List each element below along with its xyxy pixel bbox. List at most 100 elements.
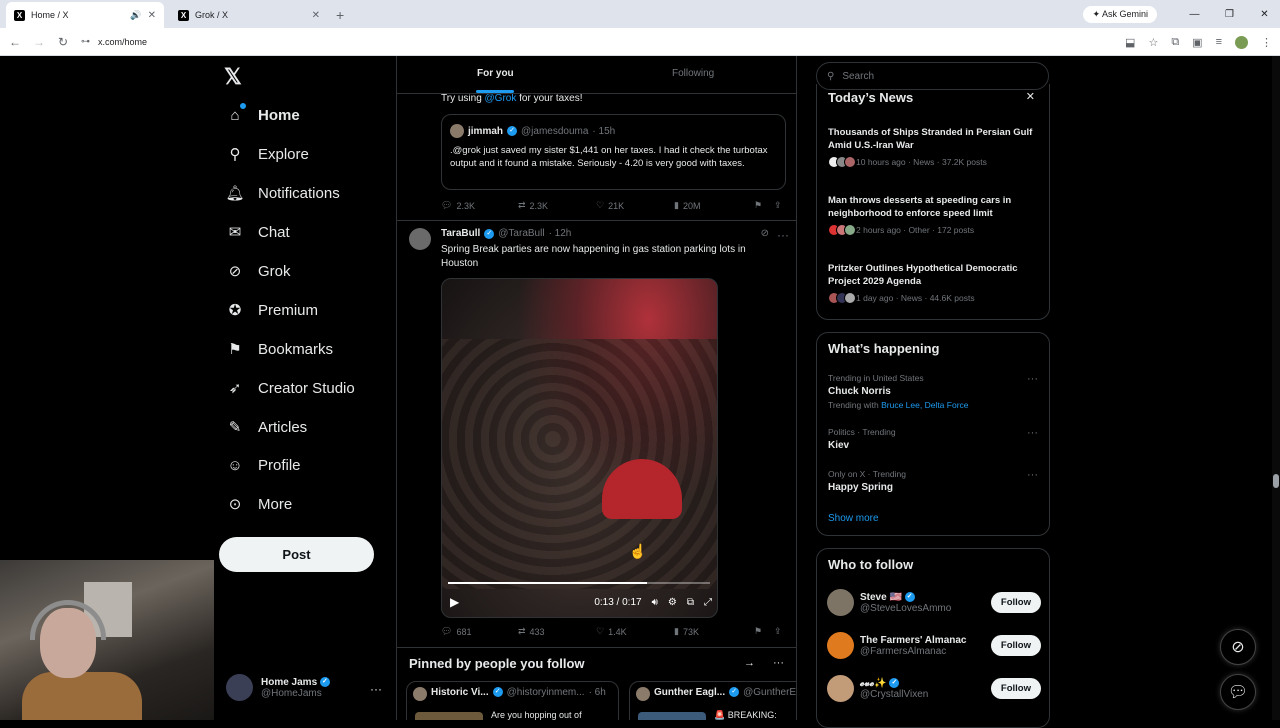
tab-grok-x[interactable]: X Grok / X ✕: [170, 2, 328, 28]
sidebar-icon[interactable]: ▣: [1192, 36, 1202, 49]
bookmark-star-icon[interactable]: ☆: [1148, 36, 1158, 49]
trend-item[interactable]: Politics · Trending Kiev ···: [828, 427, 1038, 451]
profile-avatar[interactable]: [1235, 35, 1248, 49]
nav-notifications[interactable]: 🔔︎ Notifications: [225, 184, 339, 203]
repost-count: 2.3K: [529, 200, 549, 211]
trend-item[interactable]: Trending in United States Chuck Norris T…: [828, 373, 1038, 410]
news-item[interactable]: Thousands of Ships Stranded in Persian G…: [828, 126, 1038, 168]
minimize-icon[interactable]: —: [1179, 9, 1210, 20]
quoted-tweet[interactable]: jimmah ✓ @jamesdouma · 15h .@grok just s…: [441, 114, 786, 190]
chat-float-button[interactable]: 💬︎: [1220, 674, 1256, 710]
mouse-cursor-icon: ☝: [629, 543, 647, 559]
author-handle[interactable]: @TaraBull: [498, 228, 544, 239]
share-icon[interactable]: ⇪: [774, 626, 782, 637]
views-button[interactable]: ▮ 20M: [674, 200, 754, 211]
account-more-icon[interactable]: ···: [370, 682, 382, 696]
news-item[interactable]: Pritzker Outlines Hypothetical Democrati…: [828, 262, 1038, 304]
grok-icon[interactable]: ⊘: [761, 228, 769, 239]
pinned-card[interactable]: Gunther Eagl... ✓ @GuntherE 🚨 BREAKING:: [629, 681, 796, 720]
follow-suggestion[interactable]: Steve 🇺🇸 ✓ @SteveLovesAmmo Follow: [827, 589, 1041, 616]
trend-item[interactable]: Only on X · Trending Happy Spring ···: [828, 469, 1038, 493]
bookmark-icon[interactable]: ⚑: [754, 626, 774, 637]
repost-icon: ⇄: [518, 626, 526, 636]
arrow-right-icon[interactable]: →: [744, 657, 755, 669]
follow-suggestion[interactable]: The Farmers' Almanac @FarmersAlmanac Fol…: [827, 632, 1041, 659]
follow-button[interactable]: Follow: [990, 635, 1041, 656]
back-icon[interactable]: ←: [3, 35, 27, 49]
share-icon[interactable]: ⇪: [774, 200, 782, 211]
reply-button[interactable]: 💬︎ 681: [441, 626, 518, 637]
nav-bookmarks[interactable]: ⚑ Bookmarks: [226, 340, 333, 359]
repost-button[interactable]: ⇄ 433: [518, 626, 596, 637]
close-window-icon[interactable]: ✕: [1249, 9, 1280, 20]
url-field[interactable]: ⊶ x.com/home: [81, 36, 147, 47]
extensions-icon[interactable]: ⧉: [1171, 36, 1179, 49]
feed-tabs: For you Following: [397, 56, 796, 94]
tab-following[interactable]: Following: [672, 68, 714, 79]
video-progress-bar[interactable]: [448, 582, 710, 584]
nav-premium[interactable]: ✪ Premium: [226, 301, 318, 320]
repost-button[interactable]: ⇄ 2.3K: [518, 200, 596, 211]
menu-icon[interactable]: ⋮: [1261, 36, 1272, 49]
close-tab-icon[interactable]: ✕: [312, 10, 320, 21]
show-more-link[interactable]: Show more: [828, 513, 879, 524]
reply-count: 681: [456, 626, 472, 637]
play-icon[interactable]: ▶: [450, 595, 459, 609]
forward-icon[interactable]: →: [27, 35, 51, 49]
site-info-icon[interactable]: ⊶: [81, 36, 90, 47]
follow-button[interactable]: Follow: [990, 592, 1041, 613]
follow-suggestion[interactable]: 𝓮𝓿𝓮✨ ✓ @CrystallVixen Follow: [827, 675, 1041, 702]
video-player[interactable]: ▶ 0:13 / 0:17 🔊︎ ⚙ ⧉ ⤢: [441, 278, 718, 618]
verified-badge-icon: ✓: [492, 687, 503, 697]
nav-explore[interactable]: ⚲ Explore: [226, 145, 309, 164]
new-tab-button[interactable]: +: [336, 2, 344, 28]
nav-chat[interactable]: ✉ Chat: [226, 223, 290, 242]
like-button[interactable]: ♡ 21K: [596, 200, 674, 211]
nav-more[interactable]: ⊙ More: [226, 495, 292, 514]
tab-home-x[interactable]: X Home / X 🔊 ✕: [6, 2, 164, 28]
fullscreen-icon[interactable]: ⤢: [704, 597, 712, 608]
x-logo-icon[interactable]: 𝕏: [224, 64, 242, 90]
more-icon[interactable]: ···: [1027, 427, 1038, 439]
nav-home[interactable]: ⌂ Home: [226, 103, 300, 124]
grok-float-button[interactable]: ⊘: [1220, 629, 1256, 665]
volume-icon[interactable]: 🔊︎: [652, 597, 658, 608]
media-icon[interactable]: ≡: [1216, 36, 1222, 48]
reload-icon[interactable]: ↻: [51, 35, 75, 49]
author-name[interactable]: TaraBull: [441, 228, 480, 239]
account-switcher[interactable]: Home Jams ✓ @HomeJams: [226, 674, 330, 701]
ask-gemini-button[interactable]: ✦ Ask Gemini: [1083, 5, 1157, 23]
page-scrollbar[interactable]: [1272, 56, 1280, 720]
more-icon[interactable]: ···: [773, 657, 784, 669]
audio-icon[interactable]: 🔊: [130, 10, 141, 21]
more-icon[interactable]: ···: [1027, 373, 1038, 385]
more-icon[interactable]: ···: [1027, 469, 1038, 481]
follow-button[interactable]: Follow: [990, 678, 1041, 699]
video-frame: [442, 339, 717, 589]
close-icon[interactable]: ✕: [1026, 90, 1035, 103]
bookmark-icon[interactable]: ⚑: [754, 200, 774, 211]
close-tab-icon[interactable]: ✕: [148, 10, 156, 21]
install-app-icon[interactable]: ⬓: [1125, 36, 1135, 49]
scrollbar-thumb[interactable]: [1273, 474, 1279, 488]
nav-profile[interactable]: ☺ Profile: [226, 456, 300, 474]
tab-for-you[interactable]: For you: [477, 68, 514, 79]
news-item[interactable]: Man throws desserts at speeding cars in …: [828, 194, 1038, 236]
views-button[interactable]: ▮ 73K: [674, 626, 754, 637]
bell-icon: 🔔︎: [225, 185, 245, 202]
pinned-card[interactable]: Historic Vi... ✓ @historyinmem... · 6h A…: [406, 681, 619, 720]
nav-articles[interactable]: ✎ Articles: [226, 418, 307, 437]
mention-link[interactable]: @Grok: [485, 93, 517, 104]
reply-button[interactable]: 💬︎ 2.3K: [441, 200, 518, 211]
tweet-time[interactable]: · 12h: [549, 228, 572, 239]
nav-grok[interactable]: ⊘ Grok: [226, 262, 291, 281]
restore-icon[interactable]: ❐: [1214, 9, 1245, 20]
settings-icon[interactable]: ⚙: [668, 597, 677, 608]
post-button[interactable]: Post: [219, 537, 374, 572]
trend-with-links[interactable]: Bruce Lee, Delta Force: [881, 400, 968, 410]
like-button[interactable]: ♡ 1.4K: [596, 626, 674, 637]
pip-icon[interactable]: ⧉: [687, 597, 694, 608]
more-icon[interactable]: ···: [777, 228, 789, 242]
avatar[interactable]: [409, 228, 431, 250]
nav-creator-studio[interactable]: ➶ Creator Studio: [226, 379, 355, 398]
